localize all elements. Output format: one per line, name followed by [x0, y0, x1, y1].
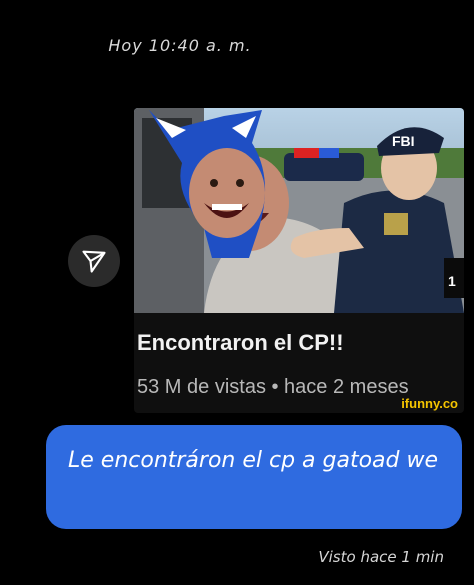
message-text: Le encontráron el cp a gatoad we	[68, 448, 439, 473]
paper-plane-icon	[82, 250, 106, 273]
share-button[interactable]	[68, 235, 120, 287]
post-meta: 53 M de vistas • hace 2 meses	[137, 376, 409, 398]
svg-text:1: 1	[448, 273, 456, 289]
message-timestamp: Hoy 10:40 a. m.	[108, 36, 252, 55]
seen-status: Visto hace 1 min	[318, 548, 444, 566]
ifunny-watermark: ifunny.co	[401, 396, 458, 411]
post-title: Encontraron el CP!!	[137, 330, 344, 355]
post-thumbnail[interactable]: FBI 1	[134, 108, 464, 313]
sent-message-bubble[interactable]: Le encontráron el cp a gatoad we	[46, 425, 462, 529]
fbi-badge-text: FBI	[392, 133, 415, 149]
shared-post-card[interactable]: FBI 1 Encontraron el CP!! 53 M de vistas…	[134, 108, 464, 413]
